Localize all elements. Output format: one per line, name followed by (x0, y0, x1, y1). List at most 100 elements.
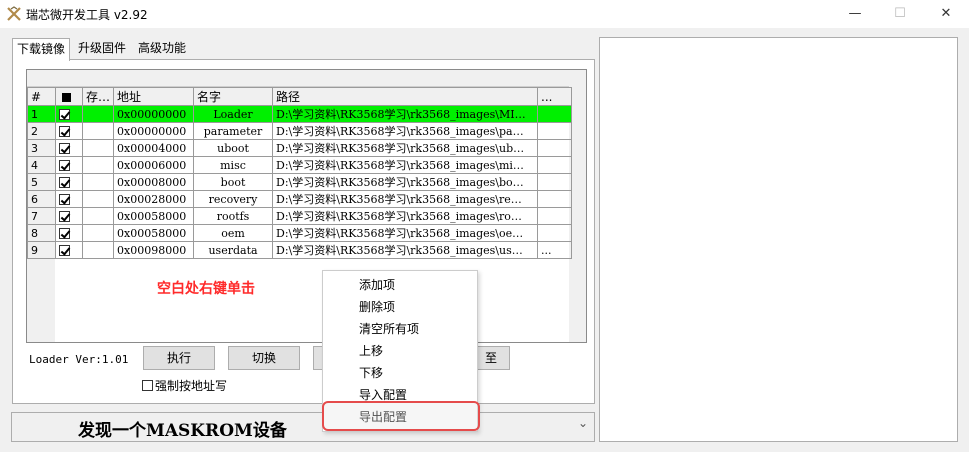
checkbox-checked-icon[interactable] (59, 126, 70, 137)
table-row[interactable]: 3 0x00004000 uboot D:\学习资料\RK3568学习\rk3568_… (27, 139, 573, 157)
table-row[interactable]: 8 0x00058000 oem D:\学习资料\RK3568学习\rk3568_im… (27, 224, 573, 242)
app-logo-icon (7, 6, 21, 21)
log-output-panel (599, 37, 958, 442)
table-row[interactable]: 1 0x00000000 Loader D:\学习资料\RK3568学习\rk3568… (27, 105, 573, 123)
row-name: userdata (193, 241, 274, 259)
row-checkbox[interactable] (55, 241, 83, 259)
grid-top-strip (27, 70, 586, 87)
row-address: 0x00008000 (113, 173, 195, 191)
row-name: Loader (193, 105, 274, 123)
row-storage (81, 224, 115, 242)
checkbox-checked-icon[interactable] (59, 109, 70, 120)
row-path: D:\学习资料\RK3568学习\rk3568_images\bo… (272, 173, 539, 191)
row-address: 0x00058000 (113, 224, 195, 242)
row-more (537, 207, 573, 225)
menu-item-move-down[interactable]: 下移 (323, 362, 477, 384)
row-path: D:\学习资料\RK3568学习\rk3568_images\ro… (272, 207, 539, 225)
row-path: D:\学习资料\RK3568学习\rk3568_images\ub… (272, 139, 539, 157)
menu-item-clear-all[interactable]: 清空所有项 (323, 318, 477, 340)
col-header-more[interactable]: ... (537, 87, 573, 106)
row-storage (81, 207, 115, 225)
row-path: D:\学习资料\RK3568学习\rk3568_images\us… (272, 241, 539, 259)
row-checkbox[interactable] (55, 105, 83, 123)
row-more (537, 190, 573, 208)
checkbox-box[interactable] (142, 380, 153, 391)
export-config-highlight-box (322, 401, 480, 431)
table-row[interactable]: 2 0x00000000 parameter D:\学习资料\RK3568学习\rk3… (27, 122, 573, 140)
row-number: 1 (27, 105, 56, 123)
table-row[interactable]: 6 0x00028000 recovery D:\学习资料\RK3568学习\rk35… (27, 190, 573, 208)
row-path: D:\学习资料\RK3568学习\rk3568_images\oe… (272, 224, 539, 242)
menu-item-delete[interactable]: 删除项 (323, 296, 477, 318)
minimize-button[interactable]: — (832, 0, 878, 28)
row-checkbox[interactable] (55, 224, 83, 242)
tab-download-image[interactable]: 下载镜像 (12, 38, 71, 61)
row-checkbox[interactable] (55, 173, 83, 191)
row-number: 6 (27, 190, 56, 208)
row-address: 0x00000000 (113, 122, 195, 140)
checkbox-checked-icon[interactable] (59, 143, 70, 154)
row-path: D:\学习资料\RK3568学习\rk3568_images\pa… (272, 122, 539, 140)
row-checkbox[interactable] (55, 190, 83, 208)
table-row[interactable]: 9 0x00098000 userdata D:\学习资料\RK3568学习\rk35… (27, 241, 573, 259)
row-storage (81, 139, 115, 157)
row-address: 0x00000000 (113, 105, 195, 123)
menu-item-move-up[interactable]: 上移 (323, 340, 477, 362)
menu-item-add[interactable]: 添加项 (323, 274, 477, 296)
device-dropdown[interactable]: ⌄ (492, 415, 592, 437)
table-row[interactable]: 7 0x00058000 rootfs D:\学习资料\RK3568学习\rk3568… (27, 207, 573, 225)
chevron-down-icon[interactable]: ⌄ (578, 416, 588, 430)
checkbox-checked-icon[interactable] (59, 245, 70, 256)
right-click-annotation: 空白处右键单击 (157, 281, 255, 297)
row-checkbox[interactable] (55, 139, 83, 157)
col-header-path[interactable]: 路径 (272, 87, 539, 106)
row-number: 4 (27, 156, 56, 174)
col-header-num[interactable]: # (27, 87, 56, 106)
row-storage (81, 190, 115, 208)
row-storage (81, 122, 115, 140)
row-storage (81, 241, 115, 259)
row-name: oem (193, 224, 274, 242)
row-path: D:\学习资料\RK3568学习\rk3568_images\mi… (272, 156, 539, 174)
col-header-name[interactable]: 名字 (193, 87, 274, 106)
col-header-storage[interactable]: 存… (81, 87, 115, 106)
row-number: 2 (27, 122, 56, 140)
row-name: boot (193, 173, 274, 191)
table-row[interactable]: 4 0x00006000 misc D:\学习资料\RK3568学习\rk3568_i… (27, 156, 573, 174)
row-path: D:\学习资料\RK3568学习\rk3568_images\MI… (272, 105, 539, 123)
row-more (537, 224, 573, 242)
row-checkbox[interactable] (55, 207, 83, 225)
row-address: 0x00006000 (113, 156, 195, 174)
select-all-square-icon[interactable] (62, 92, 71, 102)
row-more (537, 156, 573, 174)
row-storage (81, 173, 115, 191)
status-bar: 发现一个MASKROM设备 ⌄ (11, 412, 595, 442)
row-number: 7 (27, 207, 56, 225)
run-button[interactable]: 执行 (143, 346, 215, 370)
table-header-row: # 存… 地址 名字 路径 ... (27, 87, 573, 106)
checkbox-checked-icon[interactable] (59, 211, 70, 222)
row-checkbox[interactable] (55, 156, 83, 174)
title-bar: 瑞芯微开发工具 v2.92 — ☐ ✕ (0, 0, 969, 28)
tab-upgrade-firmware[interactable]: 升级固件 (74, 38, 130, 60)
row-checkbox[interactable] (55, 122, 83, 140)
row-number: 9 (27, 241, 56, 259)
partition-grid[interactable]: # 存… 地址 名字 路径 ... 1 0x00000000 Loader D:\学习… (26, 69, 587, 343)
checkbox-checked-icon[interactable] (59, 160, 70, 171)
row-number: 3 (27, 139, 56, 157)
force-address-write-checkbox[interactable]: 强制按地址写 (142, 377, 227, 394)
tab-advanced-functions[interactable]: 高级功能 (134, 38, 190, 60)
partition-table: # 存… 地址 名字 路径 ... 1 0x00000000 Loader D:\学习… (27, 87, 573, 259)
col-header-check[interactable] (55, 87, 83, 106)
switch-button[interactable]: 切换 (228, 346, 300, 370)
col-header-address[interactable]: 地址 (113, 87, 195, 106)
row-storage (81, 156, 115, 174)
table-row[interactable]: 5 0x00008000 boot D:\学习资料\RK3568学习\rk3568_i… (27, 173, 573, 191)
close-button[interactable]: ✕ (923, 0, 969, 28)
maximize-button[interactable]: ☐ (877, 0, 923, 28)
checkbox-checked-icon[interactable] (59, 228, 70, 239)
checkbox-checked-icon[interactable] (59, 194, 70, 205)
row-more (537, 122, 573, 140)
checkbox-checked-icon[interactable] (59, 177, 70, 188)
clear-button-partial[interactable]: 至 (476, 346, 510, 370)
